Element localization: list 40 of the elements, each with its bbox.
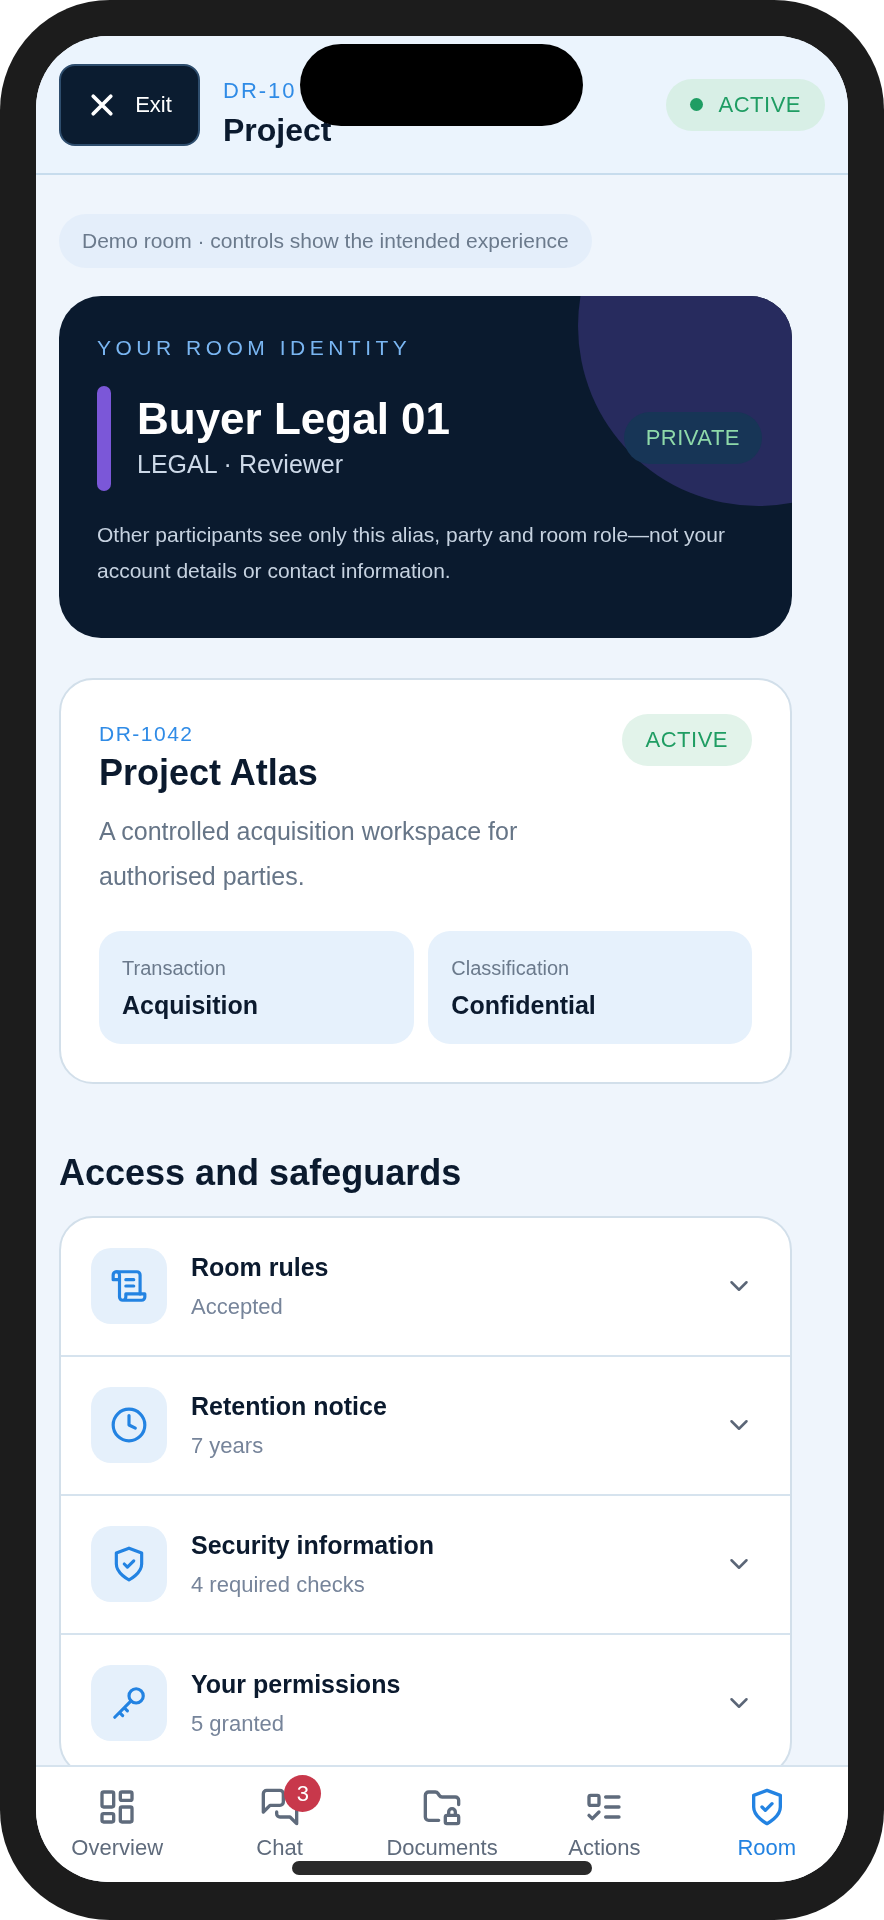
safeguard-title: Security information bbox=[191, 1529, 436, 1561]
privacy-badge: PRIVATE bbox=[623, 412, 762, 464]
tab-button[interactable]: Overview bbox=[36, 1775, 199, 1864]
scroll-icon bbox=[110, 1267, 148, 1305]
room-title: Project Atlas bbox=[99, 750, 318, 795]
safeguard-detail: 5 granted bbox=[191, 1710, 285, 1739]
safeguard-title: Your permissions bbox=[191, 1668, 402, 1700]
fact-label: Classification bbox=[451, 955, 571, 981]
safeguard-title: Retention notice bbox=[191, 1390, 388, 1422]
exit-button[interactable]: Exit bbox=[59, 63, 200, 146]
safeguard-detail: Accepted bbox=[191, 1293, 284, 1322]
fact-label: Transaction bbox=[122, 955, 227, 981]
fact-value: Acquisition bbox=[122, 989, 260, 1021]
identity-eyebrow: YOUR ROOM IDENTITY bbox=[97, 335, 413, 361]
key-icon bbox=[110, 1684, 148, 1722]
identity-note: Other participants see only this alias, party and room role—not your account details or contact information. bbox=[97, 521, 726, 585]
demo-notice: Demo room · controls show the intended experience bbox=[59, 214, 592, 268]
room-id: DR-1042 bbox=[99, 721, 195, 747]
folder-lock-icon bbox=[422, 1787, 462, 1827]
safeguard-row[interactable]: Room rules Accepted bbox=[61, 1217, 790, 1357]
party-role: LEGAL · Reviewer bbox=[137, 448, 345, 480]
status-label: ACTIVE bbox=[718, 91, 801, 119]
safeguard-detail: 7 years bbox=[191, 1432, 265, 1461]
room-id: DR-10 bbox=[223, 77, 298, 106]
room-description: A controlled acquisition workspace for authorised parties. bbox=[99, 815, 519, 892]
section-heading: Access and safeguards bbox=[59, 1150, 463, 1195]
safeguard-row[interactable]: Retention notice 7 years bbox=[61, 1356, 790, 1496]
clock-icon bbox=[110, 1406, 148, 1444]
safeguard-title: Room rules bbox=[191, 1251, 330, 1283]
tab-button[interactable]: Room bbox=[685, 1775, 848, 1864]
status-dot-icon bbox=[689, 98, 703, 111]
unread-count: 3 bbox=[284, 1775, 322, 1812]
safeguard-row[interactable]: Security information 4 required checks bbox=[61, 1495, 790, 1635]
tab-button[interactable]: Documents bbox=[360, 1775, 524, 1864]
fact-value: Confidential bbox=[451, 989, 597, 1021]
safeguard-detail: 4 required checks bbox=[191, 1571, 366, 1600]
status-badge: ACTIVE bbox=[621, 714, 752, 766]
tab-button[interactable]: Actions bbox=[523, 1775, 686, 1864]
alias-name: Buyer Legal 01 bbox=[137, 392, 451, 445]
room-title: Project bbox=[223, 113, 332, 149]
